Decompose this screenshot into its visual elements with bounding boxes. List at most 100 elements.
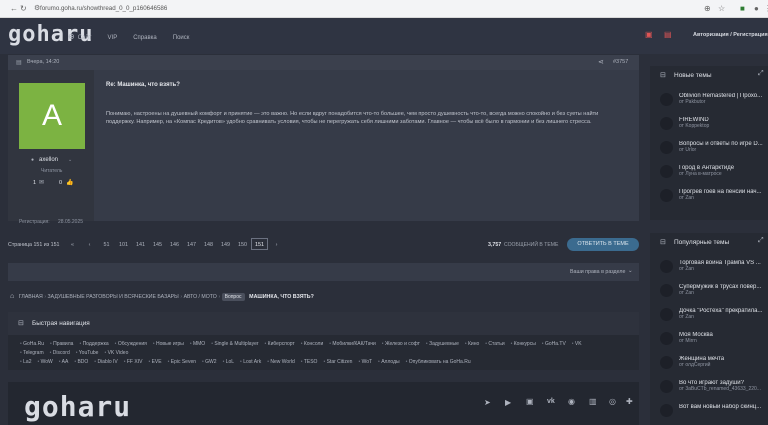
nav-site[interactable]: Сайт (78, 35, 92, 41)
reload-icon[interactable]: ↻ (20, 4, 27, 13)
quick-nav-link[interactable]: Telegram (23, 350, 44, 356)
collapse-icon[interactable]: ⊟ (18, 319, 24, 327)
url-field[interactable]: forumo.goha.ru/showthread_0_0_p160646586 (40, 5, 167, 12)
quick-nav-link[interactable]: Поддержка (83, 341, 109, 347)
quick-nav-link[interactable]: Статьи (488, 341, 504, 347)
auth-link[interactable]: Авторизация / Регистрация (693, 32, 768, 38)
share-icon[interactable]: ⋖ (598, 58, 604, 66)
quick-nav-link[interactable]: Правила (53, 341, 73, 347)
quick-nav-link[interactable]: Lost Ark (243, 359, 261, 365)
sidebar-thread-item[interactable]: Дочка "Ростеха" прекратила... от Zan (660, 308, 768, 332)
page-link[interactable]: 146 (166, 238, 183, 250)
avatar[interactable] (660, 93, 673, 106)
quick-nav-link[interactable]: Задушевные (429, 341, 459, 347)
avatar[interactable] (660, 117, 673, 130)
chevron-down-icon[interactable]: ⌄ (68, 157, 72, 163)
translate-icon[interactable]: ⊕ (704, 4, 711, 13)
quick-nav-link[interactable]: Железо и софт (385, 341, 420, 347)
page-link[interactable]: 148 (200, 238, 217, 250)
reply-button[interactable]: ОТВЕТИТЬ В ТЕМЕ (567, 238, 639, 251)
quick-nav-link[interactable]: Опубликовать на GoHa.Ru (409, 359, 471, 365)
sidebar-thread-item[interactable]: Моя Москва от Mirrn (660, 332, 768, 356)
nav-vip[interactable]: VIP (108, 35, 118, 41)
breadcrumb-item[interactable]: ГЛАВНАЯ (19, 294, 43, 300)
discord-icon[interactable]: ◉ (568, 397, 575, 406)
quick-nav-link[interactable]: GoHa.Ru (23, 341, 44, 347)
page-link[interactable]: 145 (149, 238, 166, 250)
username[interactable]: axellon (39, 157, 58, 163)
quick-nav-link[interactable]: New World (270, 359, 294, 365)
nav-help[interactable]: Справка (133, 35, 157, 41)
avatar[interactable] (660, 308, 673, 321)
quick-nav-link[interactable]: Discord (53, 350, 70, 356)
vk-video-icon[interactable]: ▣ (526, 397, 534, 406)
quick-nav-link[interactable]: MMO (193, 341, 205, 347)
plus-icon[interactable]: ✚ (626, 397, 633, 406)
back-icon[interactable]: ← (10, 4, 18, 13)
quick-nav-link[interactable]: Star Citizen (327, 359, 353, 365)
sidebar-thread-item[interactable]: FIREWIND от Koppektop (660, 117, 768, 141)
quick-nav-link[interactable]: EVE (152, 359, 162, 365)
avatar[interactable] (660, 380, 673, 393)
avatar[interactable] (660, 189, 673, 202)
sidebar-thread-item[interactable]: Вот вам новый набор скинц... (660, 404, 768, 425)
quick-nav-link[interactable]: VK (575, 341, 582, 347)
page-current[interactable]: 151 (251, 238, 268, 250)
post-date[interactable]: Вчера, 14:20 (27, 59, 59, 65)
sidebar-thread-item[interactable]: Город в Антарктиде от Луна в-матросе (660, 165, 768, 189)
page-link[interactable]: 101 (115, 238, 132, 250)
breadcrumb-item[interactable]: АВТО / МОТО (184, 294, 217, 300)
quick-nav-link[interactable]: VK Video (108, 350, 129, 356)
avatar[interactable] (660, 356, 673, 369)
avatar[interactable] (660, 284, 673, 297)
nav-search[interactable]: Поиск (173, 35, 190, 41)
sidebar-thread-item[interactable]: Женщина мечта от олдСергий (660, 356, 768, 380)
quick-nav-link[interactable]: GoHa.TV (545, 341, 566, 347)
quick-nav-link[interactable]: WoW (41, 359, 53, 365)
quick-nav-link[interactable]: LoL (226, 359, 234, 365)
quick-nav-link[interactable]: Кино (468, 341, 479, 347)
expand-icon[interactable]: ⤢ (758, 70, 764, 78)
vk-icon[interactable]: vk (547, 398, 555, 405)
bookmark-star-icon[interactable]: ☆ (718, 4, 725, 13)
page-link[interactable]: 147 (183, 238, 200, 250)
thread-title[interactable]: Вот вам новый набор скинц... (679, 404, 768, 410)
quick-nav-link[interactable]: GW2 (205, 359, 216, 365)
post-number[interactable]: #3757 (613, 59, 628, 65)
video-icon[interactable]: ▣ (645, 30, 653, 39)
home-icon[interactable]: ⌂ (10, 293, 14, 300)
footer-logo[interactable]: goharu (24, 390, 131, 423)
page-first[interactable]: « (64, 238, 81, 250)
page-link[interactable]: 149 (217, 238, 234, 250)
collapse-icon[interactable]: ⊟ (660, 71, 666, 79)
expand-icon[interactable]: ⤢ (758, 237, 764, 245)
avatar[interactable] (660, 165, 673, 178)
quick-nav-link[interactable]: Мобилки/КАК/Тачи (332, 341, 375, 347)
quick-nav-link[interactable]: Новые игры (156, 341, 184, 347)
quick-nav-link[interactable]: La2 (23, 359, 31, 365)
quick-nav-link[interactable]: TESO (304, 359, 318, 365)
quick-nav-link[interactable]: WoT (362, 359, 372, 365)
quick-nav-link[interactable]: Киберспорт (268, 341, 295, 347)
avatar[interactable] (660, 332, 673, 345)
profile-icon[interactable]: ● (754, 4, 759, 13)
quick-nav-link[interactable]: Консоли (304, 341, 323, 347)
page-link[interactable]: 141 (132, 238, 149, 250)
site-info-icon[interactable]: ⚙ (34, 4, 40, 12)
telegram-icon[interactable]: ➤ (484, 398, 491, 407)
quick-nav-link[interactable]: Конкурсы (514, 341, 536, 347)
twitch-icon[interactable]: ▥ (589, 397, 597, 406)
breadcrumb-item[interactable]: ЗАДУШЕВНЫЕ РАЗГОВОРЫ И ВСЯЧЕСКИЕ БАЗАРЫ (48, 294, 179, 300)
rights-link[interactable]: Ваши права в разделе (570, 269, 625, 275)
avatar[interactable] (660, 404, 673, 417)
page-link[interactable]: 51 (98, 238, 115, 250)
sidebar-thread-item[interactable]: Во что играют задуши? от 3aBuCTb_renamed_… (660, 380, 768, 404)
gift-icon[interactable]: ▤ (664, 30, 672, 39)
sidebar-thread-item[interactable]: Супермужик в трусах повер... от Zan (660, 284, 768, 308)
avatar[interactable]: A (19, 83, 85, 149)
sidebar-thread-item[interactable]: Oblivion Remastered | Прохо... от Pakbuto… (660, 93, 768, 117)
collapse-icon[interactable]: ⊟ (660, 238, 666, 246)
quick-nav-link[interactable]: Single & Multiplayer (214, 341, 258, 347)
page-next[interactable]: › (268, 238, 285, 250)
menu-icon[interactable]: ⋮ (764, 4, 768, 13)
